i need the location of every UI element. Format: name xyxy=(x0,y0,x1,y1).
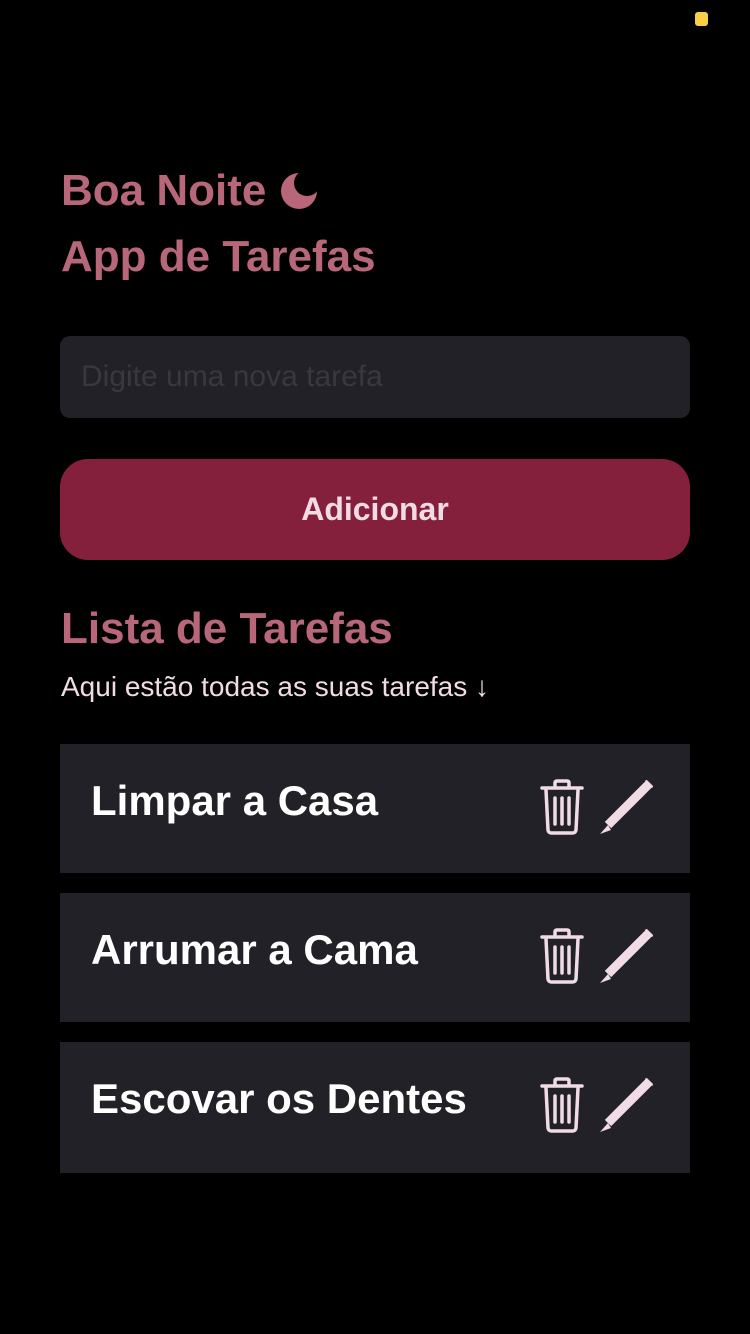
greeting-heading: Boa Noite xyxy=(61,166,318,216)
task-list-title: Lista de Tarefas xyxy=(61,604,393,653)
trash-icon[interactable] xyxy=(538,927,586,985)
task-card: Escovar os Dentes xyxy=(60,1042,690,1173)
trash-icon[interactable] xyxy=(538,1076,586,1134)
app-title: App de Tarefas xyxy=(61,232,376,281)
moon-icon xyxy=(281,173,318,209)
pencil-icon[interactable] xyxy=(598,927,656,985)
task-text: Limpar a Casa xyxy=(91,777,379,824)
pencil-icon[interactable] xyxy=(598,778,656,836)
task-text: Escovar os Dentes xyxy=(91,1075,467,1122)
pencil-icon[interactable] xyxy=(598,1076,656,1134)
task-card: Limpar a Casa xyxy=(60,744,690,873)
task-list-subtitle: Aqui estão todas as suas tarefas ↓ xyxy=(61,671,490,702)
task-text: Arrumar a Cama xyxy=(91,926,418,973)
task-card: Arrumar a Cama xyxy=(60,893,690,1022)
add-task-button[interactable]: Adicionar xyxy=(60,459,690,560)
new-task-input[interactable] xyxy=(60,336,690,418)
greeting-text: Boa Noite xyxy=(61,166,267,215)
trash-icon[interactable] xyxy=(538,778,586,836)
status-indicator xyxy=(695,12,708,26)
